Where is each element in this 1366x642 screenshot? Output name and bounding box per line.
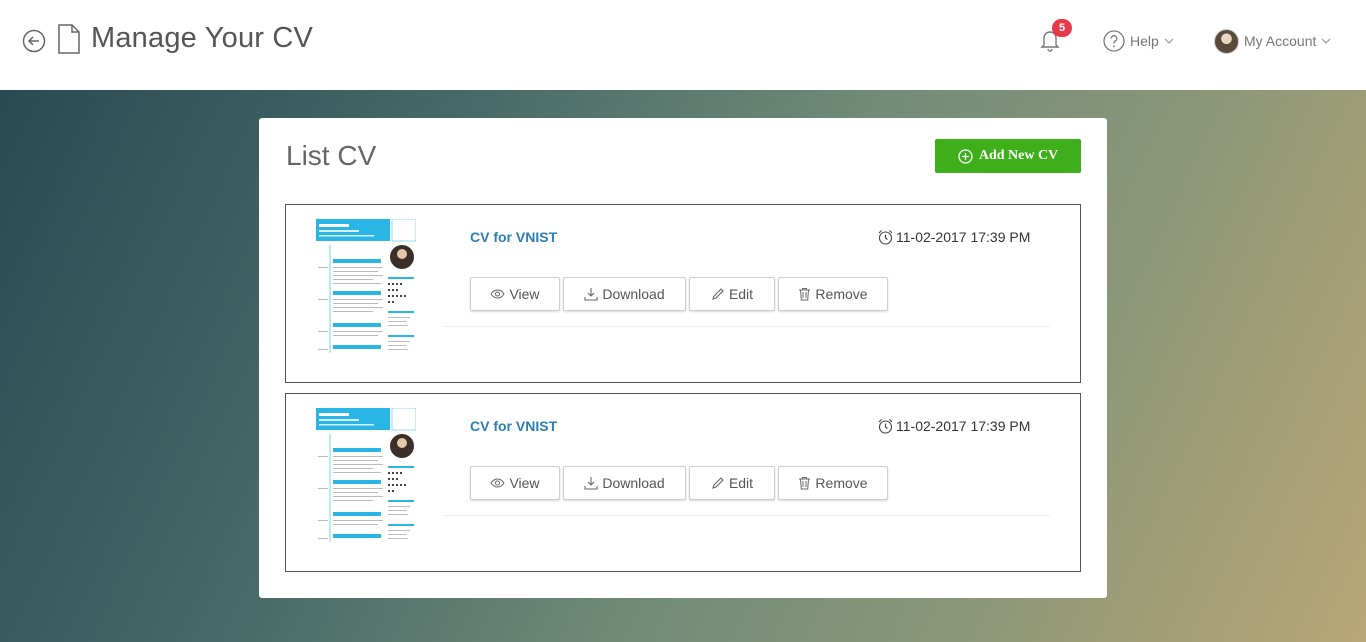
trash-icon	[799, 288, 811, 301]
cv-timestamp: 11-02-2017 17:39 PM	[877, 418, 1030, 434]
view-label: View	[509, 475, 540, 491]
cv-timestamp-text: 11-02-2017 17:39 PM	[896, 229, 1031, 245]
edit-button[interactable]: Edit	[689, 466, 775, 500]
remove-button[interactable]: Remove	[778, 277, 888, 311]
account-label: My Account	[1244, 33, 1317, 49]
download-icon	[584, 477, 598, 490]
view-label: View	[509, 286, 540, 302]
view-button[interactable]: View	[470, 277, 560, 311]
cv-timestamp: 11-02-2017 17:39 PM	[877, 229, 1030, 245]
eye-icon	[490, 478, 506, 488]
cv-thumbnail[interactable]	[316, 219, 416, 353]
download-label: Download	[602, 286, 665, 302]
cv-name-link[interactable]: CV for VNIST	[470, 418, 557, 434]
cv-name-link[interactable]: CV for VNIST	[470, 229, 557, 245]
document-icon	[57, 24, 81, 54]
add-new-cv-button[interactable]: Add New CV	[935, 139, 1081, 173]
chevron-down-icon	[1321, 38, 1331, 44]
page-title: Manage Your CV	[91, 22, 314, 54]
pencil-icon	[712, 477, 724, 489]
download-label: Download	[602, 475, 665, 491]
download-icon	[584, 288, 598, 301]
top-bar: Manage Your CV 5 Help My Account	[0, 0, 1366, 90]
download-button[interactable]: Download	[563, 277, 686, 311]
help-menu[interactable]: Help	[1103, 29, 1174, 53]
cv-list-panel: List CV Add New CV CV for VNIST 11-02-20…	[259, 118, 1107, 598]
cv-actions: View Download Edit Remove	[470, 466, 888, 500]
divider	[444, 326, 1050, 327]
cv-list-item: CV for VNIST 11-02-2017 17:39 PM View Do…	[285, 393, 1081, 572]
back-arrow-icon[interactable]	[22, 29, 46, 53]
cv-actions: View Download Edit Remove	[470, 277, 888, 311]
remove-label: Remove	[815, 475, 868, 491]
help-circle-icon	[1103, 30, 1125, 52]
remove-label: Remove	[815, 286, 868, 302]
remove-button[interactable]: Remove	[778, 466, 888, 500]
edit-label: Edit	[728, 475, 754, 491]
avatar	[1214, 28, 1239, 54]
edit-label: Edit	[728, 286, 754, 302]
alarm-clock-icon	[878, 419, 893, 434]
divider	[444, 515, 1050, 516]
add-new-cv-label: Add New CV	[978, 148, 1059, 163]
view-button[interactable]: View	[470, 466, 560, 500]
cv-list-item: CV for VNIST 11-02-2017 17:39 PM View Do…	[285, 204, 1081, 383]
trash-icon	[799, 477, 811, 490]
panel-title: List CV	[286, 140, 377, 171]
eye-icon	[490, 289, 506, 299]
notification-count-badge: 5	[1052, 19, 1072, 37]
cv-thumbnail[interactable]	[316, 408, 416, 542]
alarm-clock-icon	[878, 230, 893, 245]
plus-circle-icon	[958, 148, 973, 164]
chevron-down-icon	[1164, 38, 1174, 44]
cv-timestamp-text: 11-02-2017 17:39 PM	[896, 418, 1031, 434]
account-menu[interactable]: My Account	[1214, 28, 1331, 54]
download-button[interactable]: Download	[563, 466, 686, 500]
edit-button[interactable]: Edit	[689, 277, 775, 311]
pencil-icon	[712, 288, 724, 300]
help-label: Help	[1130, 33, 1159, 49]
